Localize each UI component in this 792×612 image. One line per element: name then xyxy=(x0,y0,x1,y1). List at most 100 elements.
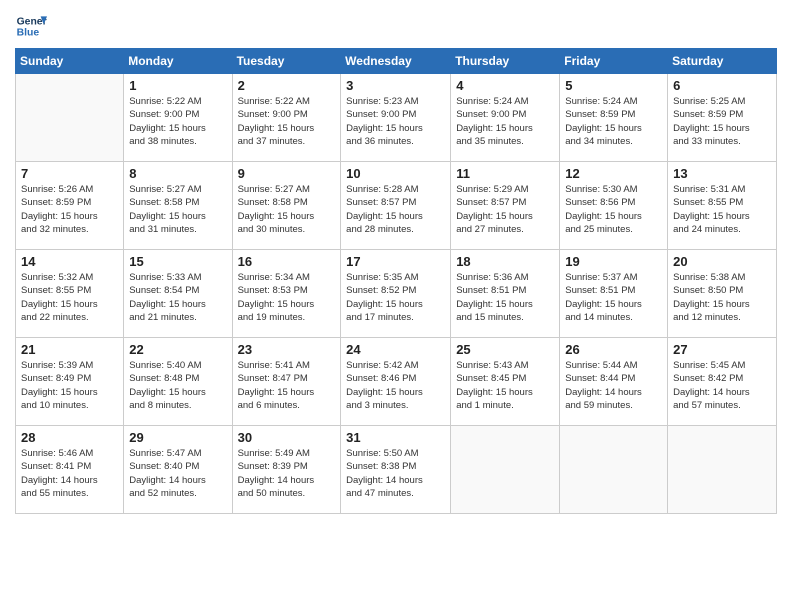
day-cell: 24 Sunrise: 5:42 AM Sunset: 8:46 PM Dayli… xyxy=(341,338,451,426)
day-number: 11 xyxy=(456,166,554,181)
header: General Blue xyxy=(15,10,777,42)
day-info: Sunrise: 5:23 AM Sunset: 9:00 PM Dayligh… xyxy=(346,95,445,148)
day-number: 25 xyxy=(456,342,554,357)
svg-text:Blue: Blue xyxy=(17,28,40,39)
day-cell: 14Sunrise: 5:32 AM Sunset: 8:55 PM Dayli… xyxy=(16,250,124,338)
week-row-4: 21 Sunrise: 5:39 AM Sunset: 8:49 PM Dayli… xyxy=(16,338,777,426)
day-cell: 10 Sunrise: 5:28 AM Sunset: 8:57 PM Dayli… xyxy=(341,162,451,250)
day-cell: 30Sunrise: 5:49 AM Sunset: 8:39 PM Dayli… xyxy=(232,426,341,514)
day-cell: 29 Sunrise: 5:47 AM Sunset: 8:40 PM Dayli… xyxy=(124,426,232,514)
day-cell: 2 Sunrise: 5:22 AM Sunset: 9:00 PM Daylig… xyxy=(232,74,341,162)
day-number: 5 xyxy=(565,78,662,93)
day-number: 26 xyxy=(565,342,662,357)
day-info: Sunrise: 5:35 AM Sunset: 8:52 PM Dayligh… xyxy=(346,271,445,324)
day-cell: 26 Sunrise: 5:44 AM Sunset: 8:44 PM Dayli… xyxy=(560,338,668,426)
day-info: Sunrise: 5:46 AM Sunset: 8:41 PM Dayligh… xyxy=(21,447,118,500)
day-cell: 3 Sunrise: 5:23 AM Sunset: 9:00 PM Daylig… xyxy=(341,74,451,162)
column-header-thursday: Thursday xyxy=(451,49,560,74)
day-cell: 13 Sunrise: 5:31 AM Sunset: 8:55 PM Dayli… xyxy=(668,162,777,250)
day-number: 4 xyxy=(456,78,554,93)
day-cell: 17 Sunrise: 5:35 AM Sunset: 8:52 PM Dayli… xyxy=(341,250,451,338)
day-cell: 12 Sunrise: 5:30 AM Sunset: 8:56 PM Dayli… xyxy=(560,162,668,250)
column-header-wednesday: Wednesday xyxy=(341,49,451,74)
week-row-1: 1 Sunrise: 5:22 AM Sunset: 9:00 PM Daylig… xyxy=(16,74,777,162)
day-number: 18 xyxy=(456,254,554,269)
day-number: 1 xyxy=(129,78,226,93)
day-cell: 9Sunrise: 5:27 AM Sunset: 8:58 PM Daylig… xyxy=(232,162,341,250)
day-info: Sunrise: 5:44 AM Sunset: 8:44 PM Dayligh… xyxy=(565,359,662,412)
day-number: 15 xyxy=(129,254,226,269)
day-info: Sunrise: 5:22 AM Sunset: 9:00 PM Dayligh… xyxy=(129,95,226,148)
day-cell: 16Sunrise: 5:34 AM Sunset: 8:53 PM Dayli… xyxy=(232,250,341,338)
day-info: Sunrise: 5:38 AM Sunset: 8:50 PM Dayligh… xyxy=(673,271,771,324)
day-number: 8 xyxy=(129,166,226,181)
day-number: 28 xyxy=(21,430,118,445)
day-number: 20 xyxy=(673,254,771,269)
day-number: 31 xyxy=(346,430,445,445)
day-info: Sunrise: 5:33 AM Sunset: 8:54 PM Dayligh… xyxy=(129,271,226,324)
day-info: Sunrise: 5:42 AM Sunset: 8:46 PM Dayligh… xyxy=(346,359,445,412)
day-cell xyxy=(16,74,124,162)
day-cell: 4 Sunrise: 5:24 AM Sunset: 9:00 PM Daylig… xyxy=(451,74,560,162)
day-cell xyxy=(668,426,777,514)
day-cell: 1 Sunrise: 5:22 AM Sunset: 9:00 PM Daylig… xyxy=(124,74,232,162)
day-info: Sunrise: 5:37 AM Sunset: 8:51 PM Dayligh… xyxy=(565,271,662,324)
column-header-saturday: Saturday xyxy=(668,49,777,74)
day-info: Sunrise: 5:49 AM Sunset: 8:39 PM Dayligh… xyxy=(238,447,336,500)
day-info: Sunrise: 5:41 AM Sunset: 8:47 PM Dayligh… xyxy=(238,359,336,412)
day-info: Sunrise: 5:22 AM Sunset: 9:00 PM Dayligh… xyxy=(238,95,336,148)
day-cell: 19 Sunrise: 5:37 AM Sunset: 8:51 PM Dayli… xyxy=(560,250,668,338)
day-cell: 18 Sunrise: 5:36 AM Sunset: 8:51 PM Dayli… xyxy=(451,250,560,338)
day-number: 7 xyxy=(21,166,118,181)
day-info: Sunrise: 5:29 AM Sunset: 8:57 PM Dayligh… xyxy=(456,183,554,236)
page-container: General Blue SundayMondayTuesdayWednesda… xyxy=(0,0,792,524)
logo-icon: General Blue xyxy=(15,10,47,42)
day-number: 12 xyxy=(565,166,662,181)
day-info: Sunrise: 5:47 AM Sunset: 8:40 PM Dayligh… xyxy=(129,447,226,500)
day-number: 29 xyxy=(129,430,226,445)
day-cell: 6Sunrise: 5:25 AM Sunset: 8:59 PM Daylig… xyxy=(668,74,777,162)
day-number: 21 xyxy=(21,342,118,357)
day-number: 22 xyxy=(129,342,226,357)
day-number: 16 xyxy=(238,254,336,269)
day-info: Sunrise: 5:39 AM Sunset: 8:49 PM Dayligh… xyxy=(21,359,118,412)
day-info: Sunrise: 5:28 AM Sunset: 8:57 PM Dayligh… xyxy=(346,183,445,236)
day-number: 13 xyxy=(673,166,771,181)
calendar-header-row: SundayMondayTuesdayWednesdayThursdayFrid… xyxy=(16,49,777,74)
day-info: Sunrise: 5:40 AM Sunset: 8:48 PM Dayligh… xyxy=(129,359,226,412)
day-info: Sunrise: 5:24 AM Sunset: 8:59 PM Dayligh… xyxy=(565,95,662,148)
day-number: 9 xyxy=(238,166,336,181)
day-number: 23 xyxy=(238,342,336,357)
day-cell: 27 Sunrise: 5:45 AM Sunset: 8:42 PM Dayli… xyxy=(668,338,777,426)
week-row-2: 7Sunrise: 5:26 AM Sunset: 8:59 PM Daylig… xyxy=(16,162,777,250)
day-cell: 21 Sunrise: 5:39 AM Sunset: 8:49 PM Dayli… xyxy=(16,338,124,426)
day-number: 3 xyxy=(346,78,445,93)
day-cell: 31Sunrise: 5:50 AM Sunset: 8:38 PM Dayli… xyxy=(341,426,451,514)
day-info: Sunrise: 5:27 AM Sunset: 8:58 PM Dayligh… xyxy=(129,183,226,236)
day-info: Sunrise: 5:24 AM Sunset: 9:00 PM Dayligh… xyxy=(456,95,554,148)
day-cell: 23 Sunrise: 5:41 AM Sunset: 8:47 PM Dayli… xyxy=(232,338,341,426)
day-number: 10 xyxy=(346,166,445,181)
day-number: 17 xyxy=(346,254,445,269)
day-number: 14 xyxy=(21,254,118,269)
logo: General Blue xyxy=(15,10,47,42)
day-cell: 22 Sunrise: 5:40 AM Sunset: 8:48 PM Dayli… xyxy=(124,338,232,426)
day-info: Sunrise: 5:45 AM Sunset: 8:42 PM Dayligh… xyxy=(673,359,771,412)
day-number: 24 xyxy=(346,342,445,357)
week-row-3: 14Sunrise: 5:32 AM Sunset: 8:55 PM Dayli… xyxy=(16,250,777,338)
day-info: Sunrise: 5:31 AM Sunset: 8:55 PM Dayligh… xyxy=(673,183,771,236)
day-cell: 25Sunrise: 5:43 AM Sunset: 8:45 PM Dayli… xyxy=(451,338,560,426)
day-cell xyxy=(560,426,668,514)
column-header-tuesday: Tuesday xyxy=(232,49,341,74)
day-info: Sunrise: 5:30 AM Sunset: 8:56 PM Dayligh… xyxy=(565,183,662,236)
day-info: Sunrise: 5:36 AM Sunset: 8:51 PM Dayligh… xyxy=(456,271,554,324)
day-number: 2 xyxy=(238,78,336,93)
day-cell: 5 Sunrise: 5:24 AM Sunset: 8:59 PM Daylig… xyxy=(560,74,668,162)
day-cell xyxy=(451,426,560,514)
day-cell: 15 Sunrise: 5:33 AM Sunset: 8:54 PM Dayli… xyxy=(124,250,232,338)
day-number: 19 xyxy=(565,254,662,269)
day-number: 27 xyxy=(673,342,771,357)
day-cell: 28 Sunrise: 5:46 AM Sunset: 8:41 PM Dayli… xyxy=(16,426,124,514)
day-info: Sunrise: 5:25 AM Sunset: 8:59 PM Dayligh… xyxy=(673,95,771,148)
day-cell: 7Sunrise: 5:26 AM Sunset: 8:59 PM Daylig… xyxy=(16,162,124,250)
